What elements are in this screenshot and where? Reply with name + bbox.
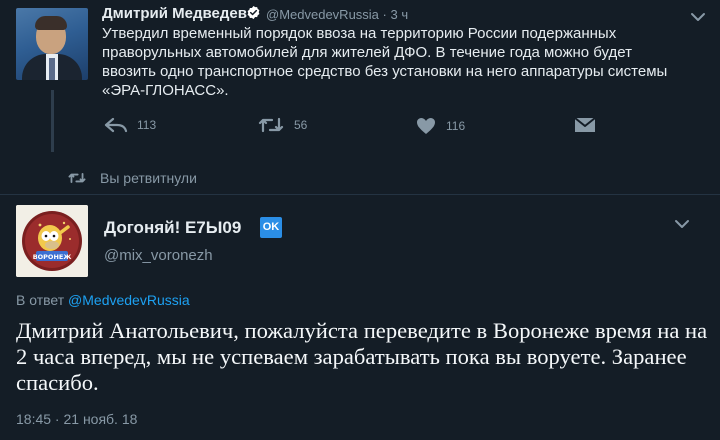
author-handle[interactable]: @mix_voronezh — [104, 247, 213, 264]
verified-badge-icon — [247, 5, 260, 20]
author-name[interactable]: Догоняй! Е7Ы09 — [104, 218, 241, 238]
like-count: 116 — [446, 119, 466, 133]
like-button[interactable]: 116 — [416, 117, 465, 135]
retweeted-notice: Вы ретвитнули — [68, 170, 197, 186]
reply-button[interactable]: 113 — [104, 117, 156, 133]
retweet-icon — [68, 172, 86, 184]
user-avatar[interactable]: ВОРОНЕЖ — [16, 205, 88, 277]
author-handle[interactable]: @MedvedevRussia — [266, 7, 379, 22]
avatar-text: ВОРОНЕЖ — [33, 253, 72, 261]
retweet-button[interactable]: 56 — [258, 117, 307, 133]
tweet-text: Утвердил временный порядок ввоза на терр… — [102, 25, 668, 99]
retweet-count: 56 — [294, 118, 308, 132]
tweet-timestamp[interactable]: 18:45 · 21 нояб. 18 — [16, 411, 137, 427]
chevron-down-icon[interactable] — [674, 219, 690, 229]
reply-count: 113 — [137, 118, 157, 132]
direct-message-button[interactable] — [574, 117, 596, 133]
reply-mention-link[interactable]: @MedvedevRussia — [68, 292, 190, 308]
author-avatar[interactable] — [16, 8, 88, 80]
tweet-time[interactable]: 3 ч — [390, 7, 408, 22]
retweeted-label: Вы ретвитнули — [100, 170, 197, 186]
chevron-down-icon[interactable] — [690, 12, 706, 22]
tweet-meta: @MedvedevRussia · 3 ч — [266, 7, 409, 22]
divider — [0, 194, 720, 195]
tweet-text: Дмитрий Анатольевич, пожалуйста переведи… — [16, 318, 708, 395]
reply-prefix: В ответ — [16, 292, 65, 308]
retweet-icon — [258, 117, 284, 133]
reply-icon — [104, 117, 128, 133]
author-name[interactable]: Дмитрий Медведев — [102, 5, 247, 22]
thread-line — [51, 90, 54, 152]
heart-icon — [417, 118, 435, 134]
avatar-image: ВОРОНЕЖ — [16, 205, 88, 277]
reply-context: В ответ @MedvedevRussia — [16, 292, 190, 308]
envelope-icon — [574, 117, 596, 132]
ok-emoji: OK — [260, 217, 282, 238]
